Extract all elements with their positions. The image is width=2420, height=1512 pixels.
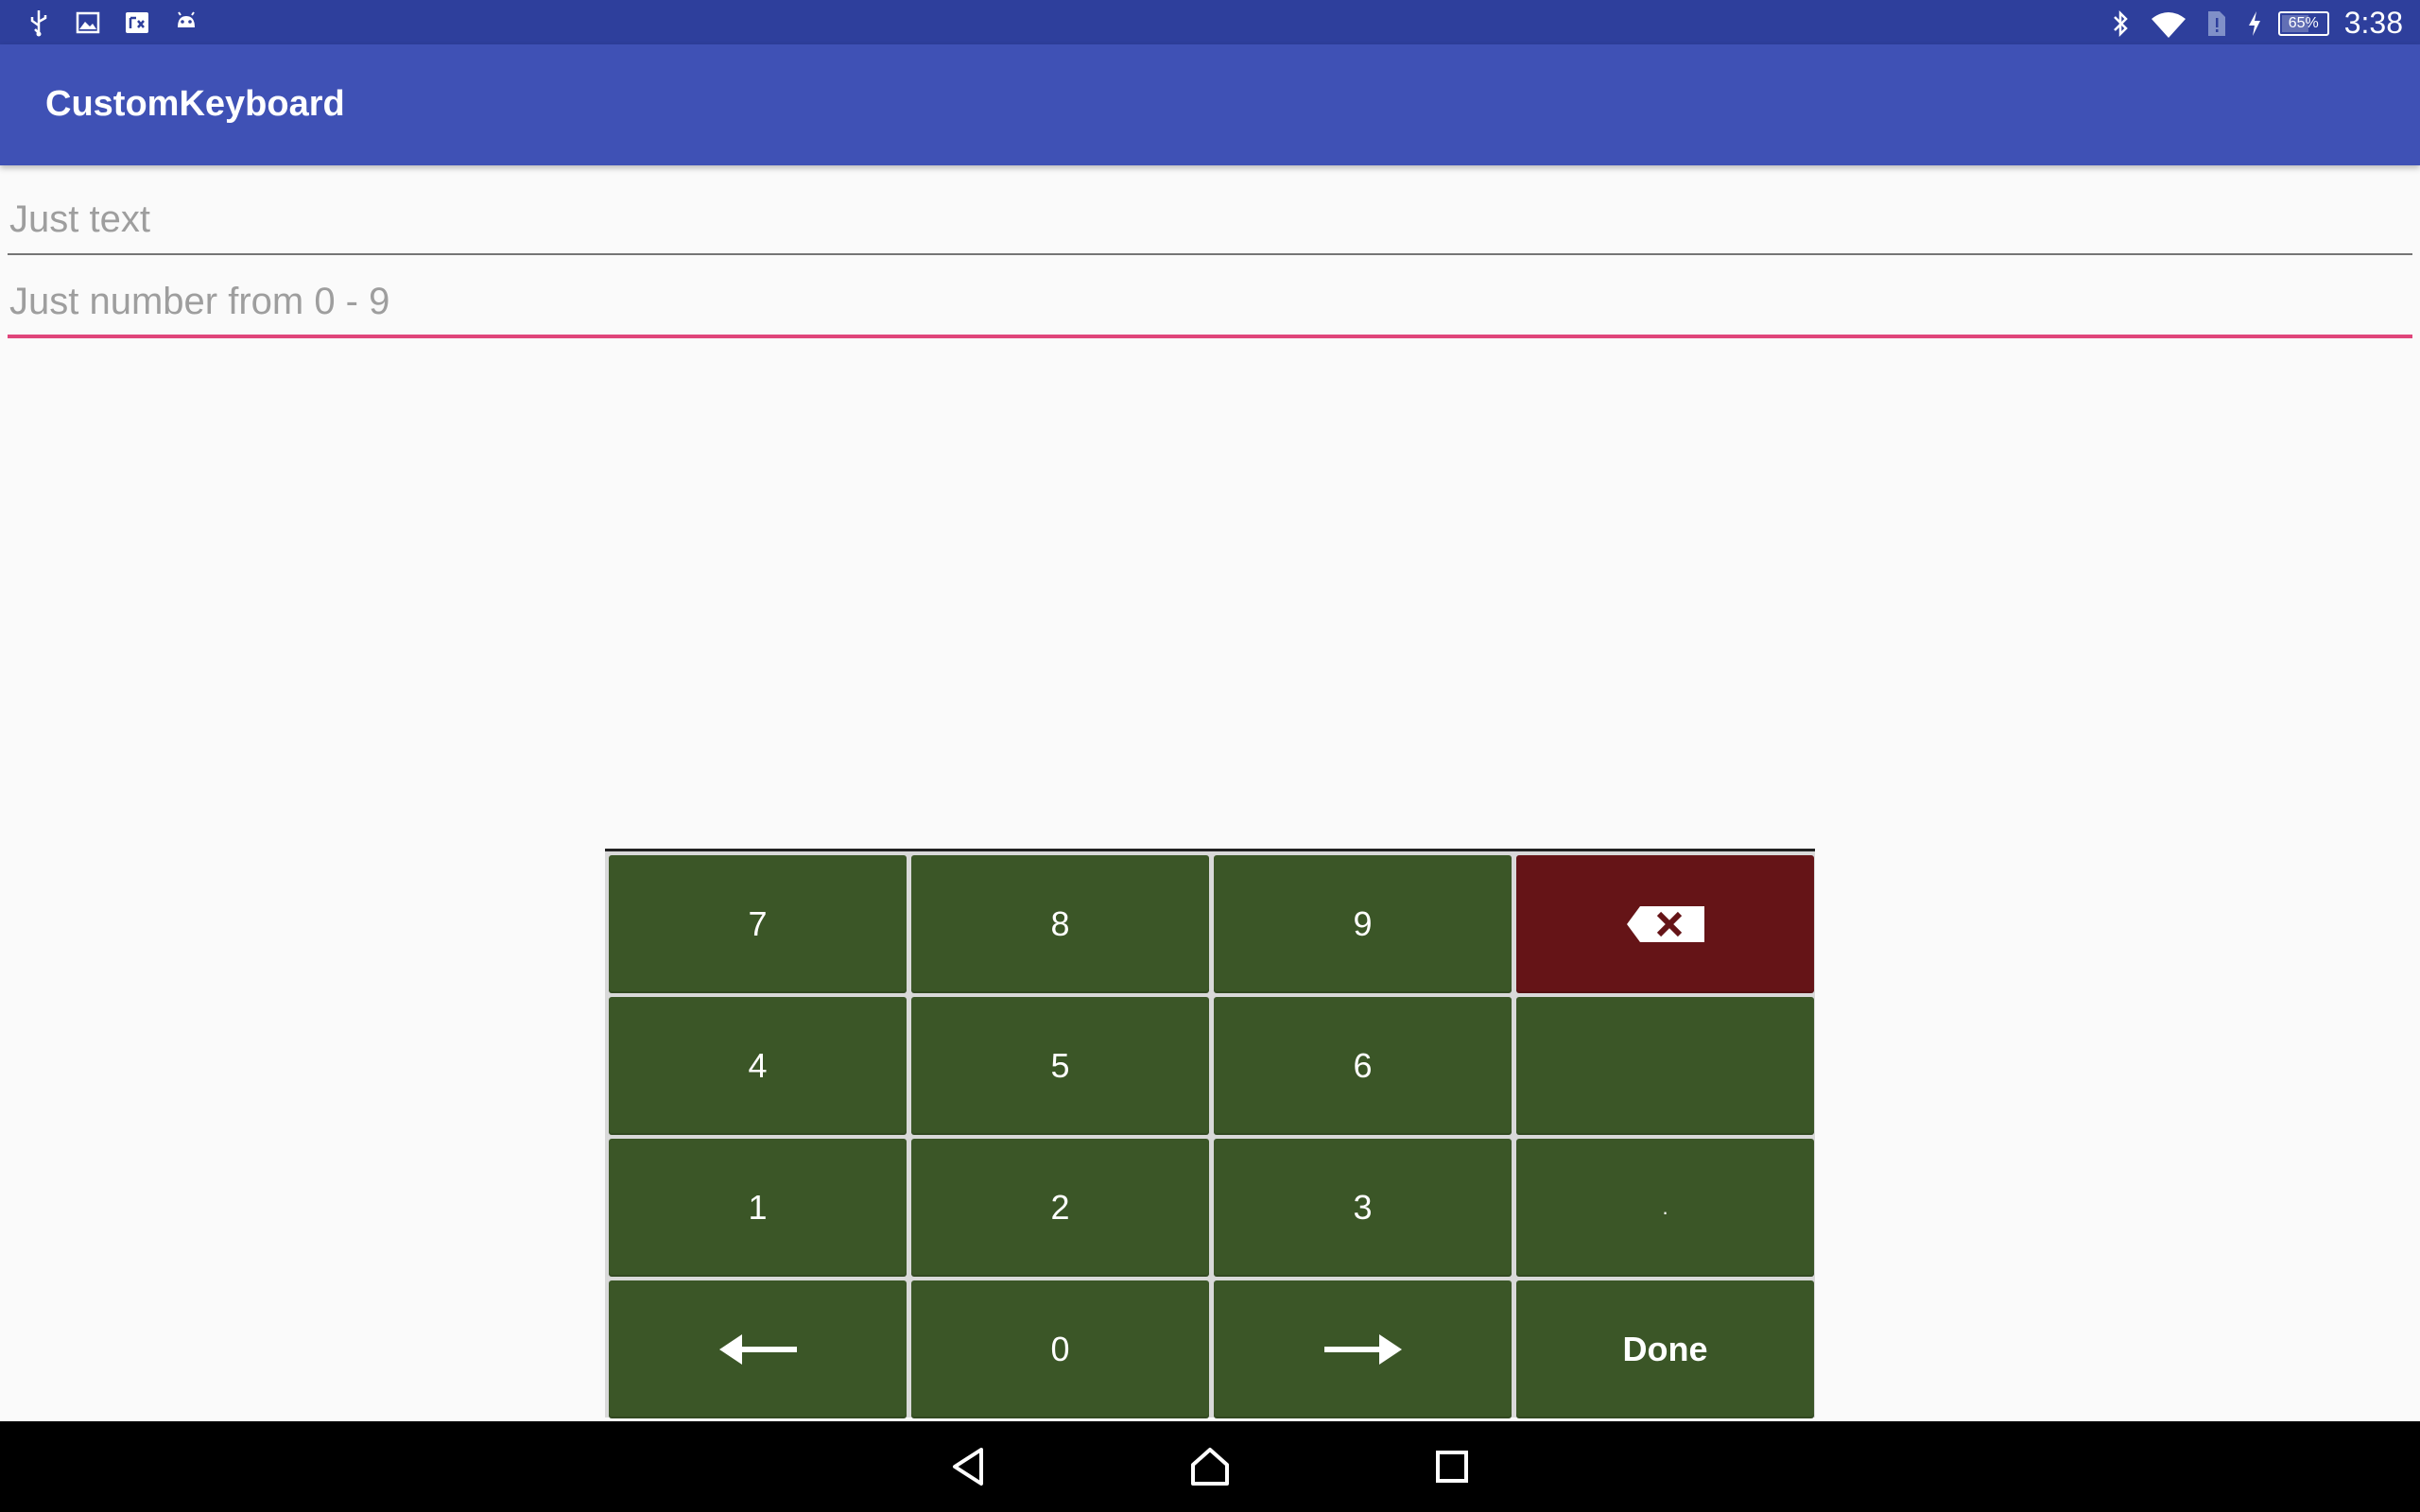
- battery-percent: 65%: [2288, 14, 2319, 31]
- status-bar: 65% 3:38: [0, 0, 2420, 44]
- key-0[interactable]: 0: [911, 1280, 1209, 1418]
- number-input[interactable]: [8, 262, 2412, 328]
- text-input[interactable]: [8, 180, 2412, 246]
- custom-keyboard: 7 8 9 4 5 6 1 2 3 . 0 Done: [605, 849, 1815, 1418]
- key-6[interactable]: 6: [1214, 997, 1512, 1135]
- usb-icon: [25, 8, 53, 38]
- key-7[interactable]: 7: [609, 855, 907, 993]
- charging-icon: [2246, 9, 2263, 39]
- number-field[interactable]: [8, 262, 2412, 338]
- app-title: CustomKeyboard: [45, 84, 345, 124]
- battery-indicator: 65%: [2277, 10, 2329, 36]
- key-3[interactable]: 3: [1214, 1139, 1512, 1277]
- delete-key[interactable]: [1516, 855, 1814, 993]
- clock: 3:38: [2343, 6, 2403, 40]
- text-field-underline: [8, 253, 2412, 255]
- number-field-underline: [8, 335, 2412, 338]
- right-arrow-icon: [1323, 1334, 1402, 1365]
- navigation-bar: [0, 1421, 2420, 1512]
- key-9[interactable]: 9: [1214, 855, 1512, 993]
- key-4[interactable]: 4: [609, 997, 907, 1135]
- app-bar: CustomKeyboard: [0, 44, 2420, 165]
- back-icon[interactable]: [943, 1442, 993, 1491]
- android-icon: [172, 8, 200, 38]
- home-icon[interactable]: [1185, 1442, 1235, 1491]
- key-right-arrow[interactable]: [1214, 1280, 1512, 1418]
- bluetooth-icon: [2106, 9, 2135, 39]
- text-field[interactable]: [8, 180, 2412, 255]
- key-blank[interactable]: [1516, 997, 1814, 1135]
- key-8[interactable]: 8: [911, 855, 1209, 993]
- news-icon: [123, 8, 151, 38]
- sim-alert-icon: [2203, 9, 2231, 39]
- key-left-arrow[interactable]: [609, 1280, 907, 1418]
- key-1[interactable]: 1: [609, 1139, 907, 1277]
- image-icon: [74, 8, 102, 38]
- done-key[interactable]: Done: [1516, 1280, 1814, 1418]
- recents-icon[interactable]: [1427, 1442, 1477, 1491]
- key-decimal[interactable]: .: [1516, 1139, 1814, 1277]
- wifi-icon: [2150, 9, 2187, 39]
- backspace-icon: [1626, 906, 1704, 942]
- key-2[interactable]: 2: [911, 1139, 1209, 1277]
- key-5[interactable]: 5: [911, 997, 1209, 1135]
- left-arrow-icon: [718, 1334, 797, 1365]
